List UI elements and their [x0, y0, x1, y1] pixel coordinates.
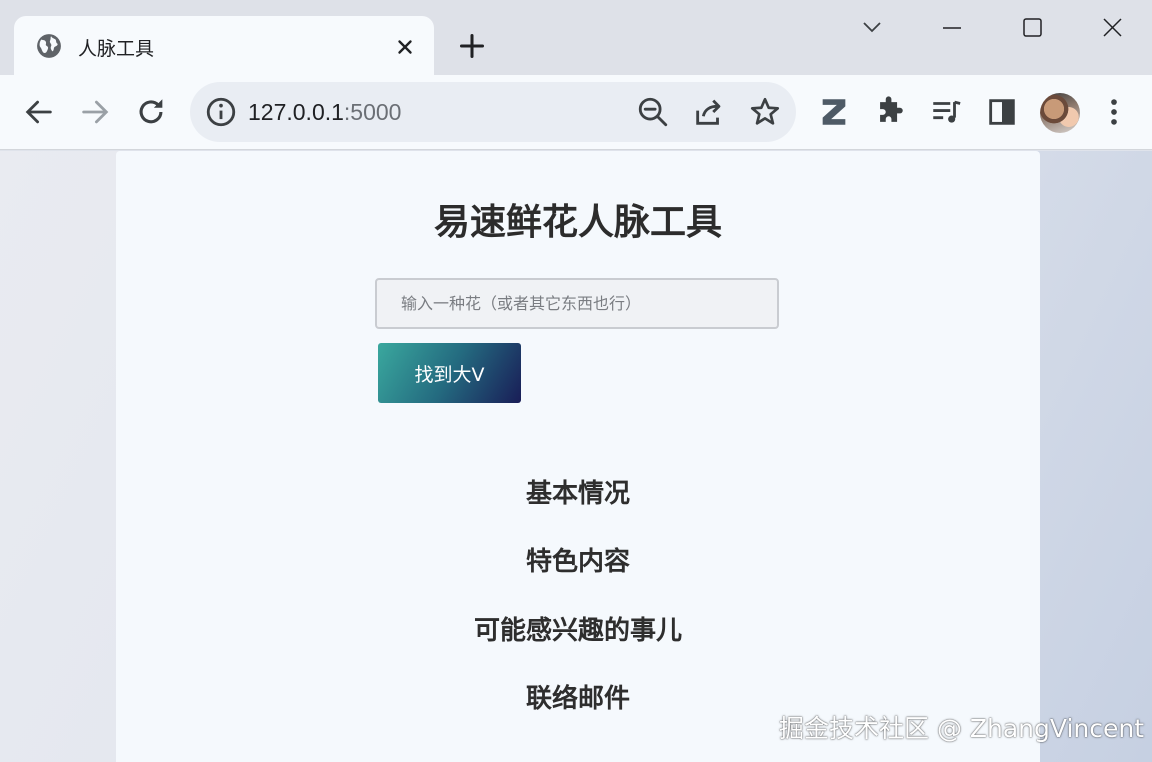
- tab-search-icon[interactable]: [852, 12, 892, 44]
- back-icon[interactable]: [22, 95, 56, 129]
- section-heading-featured-content: 特色内容: [525, 547, 630, 577]
- page-viewport: 易速鲜花人脉工具 找到大V 基本情况 特色内容 可能感兴趣的事儿 联络邮件 掘金…: [0, 151, 1152, 762]
- flower-input[interactable]: [375, 278, 779, 329]
- forward-icon[interactable]: [78, 95, 112, 129]
- extensions-icon[interactable]: [873, 95, 907, 129]
- avatar[interactable]: [1040, 93, 1080, 133]
- tab-title: 人脉工具: [78, 38, 155, 60]
- zoom-out-icon[interactable]: [636, 95, 670, 129]
- find-influencer-button[interactable]: 找到大V: [378, 343, 521, 403]
- main-card: 易速鲜花人脉工具 找到大V 基本情况 特色内容 可能感兴趣的事儿 联络邮件: [116, 151, 1040, 762]
- tab-strip: 人脉工具: [0, 0, 1152, 75]
- z-extension-icon[interactable]: [817, 95, 851, 129]
- watermark: 掘金技术社区 @ ZhangVincent: [779, 714, 1145, 743]
- url-text[interactable]: 127.0.0.1:5000: [248, 99, 401, 126]
- url-host: 127.0.0.1: [248, 99, 344, 125]
- globe-icon: [37, 34, 61, 58]
- browser-tab[interactable]: 人脉工具: [14, 16, 434, 75]
- star-icon[interactable]: [748, 95, 782, 129]
- close-tab-icon[interactable]: [394, 36, 416, 58]
- new-tab-icon[interactable]: [458, 32, 486, 60]
- url-port: :5000: [343, 99, 402, 125]
- close-window-icon[interactable]: [1092, 12, 1132, 44]
- page-title: 易速鲜花人脉工具: [433, 202, 722, 243]
- info-icon[interactable]: [204, 95, 238, 129]
- share-icon[interactable]: [692, 95, 726, 129]
- side-panel-icon[interactable]: [985, 95, 1019, 129]
- reload-icon[interactable]: [134, 95, 168, 129]
- address-bar[interactable]: 127.0.0.1:5000: [190, 82, 796, 142]
- menu-icon[interactable]: [1097, 95, 1131, 129]
- section-heading-basic-info: 基本情况: [525, 479, 630, 509]
- media-icon[interactable]: [929, 95, 963, 129]
- browser-toolbar: 127.0.0.1:5000: [0, 75, 1152, 150]
- maximize-icon[interactable]: [1012, 12, 1052, 44]
- minimize-icon[interactable]: [932, 12, 972, 44]
- section-heading-interests: 可能感兴趣的事儿: [473, 616, 682, 646]
